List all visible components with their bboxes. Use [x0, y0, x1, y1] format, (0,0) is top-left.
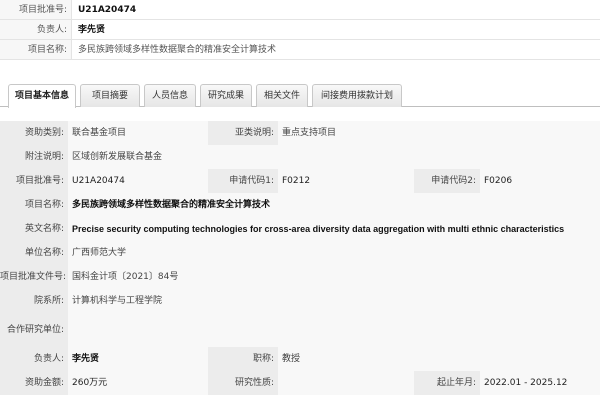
row-department: 院系所: 计算机科学与工程学院 [0, 289, 600, 313]
header-name-value: 多民族跨领域多样性数据聚合的精准安全计算技术 [78, 45, 277, 55]
department-label: 院系所: [0, 289, 68, 313]
header-row-name: 项目名称: 多民族跨领域多样性数据聚合的精准安全计算技术 [0, 40, 600, 60]
row-leader: 负责人: 李先贤 职称: 教授 [0, 347, 600, 371]
subsidy-label: 亚类说明: [208, 121, 278, 145]
code1-value: F0212 [278, 169, 414, 193]
subsidy-value: 重点支持项目 [278, 121, 600, 145]
leader-value: 李先贤 [68, 347, 208, 371]
code2-value: F0206 [480, 169, 600, 193]
basic-info-table: 资助类别: 联合基金项目 亚类说明: 重点支持项目 附注说明: 区域创新发展联合… [0, 121, 600, 395]
row-unit: 单位名称: 广西师范大学 [0, 241, 600, 265]
note-value: 区域创新发展联合基金 [68, 145, 600, 169]
unit-label: 单位名称: [0, 241, 68, 265]
row-coop-unit: 合作研究单位: [0, 313, 600, 347]
header-row-approval: 项目批准号: U21A20474 [0, 0, 600, 20]
leader-label: 负责人: [0, 347, 68, 371]
funding-type-label: 资助类别: [0, 121, 68, 145]
note-label: 附注说明: [0, 145, 68, 169]
english-name-value: Precise security computing technologies … [68, 217, 600, 241]
department-value: 计算机科学与工程学院 [68, 289, 600, 313]
coop-unit-value [68, 313, 600, 347]
approval-no-label: 项目批准号: [0, 169, 68, 193]
english-name-label: 英文名称: [0, 217, 68, 241]
header-name-label: 项目名称: [0, 40, 72, 59]
unit-value: 广西师范大学 [68, 241, 600, 265]
amount-label: 资助金额: [0, 371, 68, 395]
header-approval-value: U21A20474 [78, 5, 137, 15]
header-leader-label: 负责人: [0, 20, 72, 39]
approval-doc-value: 国科金计项〔2021〕84号 [68, 265, 600, 289]
approval-doc-label: 项目批准文件号: [0, 265, 68, 289]
title-label: 职称: [208, 347, 278, 371]
coop-unit-label: 合作研究单位: [0, 313, 68, 347]
project-name-value: 多民族跨领域多样性数据聚合的精准安全计算技术 [68, 193, 600, 217]
project-header: 项目批准号: U21A20474 负责人: 李先贤 项目名称: 多民族跨领域多样… [0, 0, 600, 60]
title-value: 教授 [278, 347, 600, 371]
period-label: 起止年月: [414, 371, 480, 395]
research-nature-value [278, 371, 414, 395]
header-leader-value: 李先贤 [78, 25, 106, 35]
tab-results[interactable]: 研究成果 [200, 84, 252, 107]
amount-value: 260万元 [68, 371, 208, 395]
row-project-name: 项目名称: 多民族跨领域多样性数据聚合的精准安全计算技术 [0, 193, 600, 217]
period-value: 2022.01 - 2025.12 [480, 371, 600, 395]
tab-basic-info[interactable]: 项目基本信息 [8, 84, 76, 108]
row-english-name: 英文名称: Precise security computing technol… [0, 217, 600, 241]
code2-label: 申请代码2: [414, 169, 480, 193]
row-note: 附注说明: 区域创新发展联合基金 [0, 145, 600, 169]
row-amount: 资助金额: 260万元 研究性质: 起止年月: 2022.01 - 2025.1… [0, 371, 600, 395]
tab-abstract[interactable]: 项目摘要 [80, 84, 140, 107]
tab-personnel[interactable]: 人员信息 [144, 84, 196, 107]
header-approval-label: 项目批准号: [0, 0, 72, 19]
approval-no-value: U21A20474 [68, 169, 208, 193]
tab-files[interactable]: 相关文件 [256, 84, 308, 107]
funding-type-value: 联合基金项目 [68, 121, 208, 145]
header-row-leader: 负责人: 李先贤 [0, 20, 600, 40]
tab-indirect-funding[interactable]: 间接费用拨款计划 [312, 84, 402, 107]
research-nature-label: 研究性质: [208, 371, 278, 395]
project-name-label: 项目名称: [0, 193, 68, 217]
row-codes: 项目批准号: U21A20474 申请代码1: F0212 申请代码2: F02… [0, 169, 600, 193]
row-funding-type: 资助类别: 联合基金项目 亚类说明: 重点支持项目 [0, 121, 600, 145]
row-approval-doc: 项目批准文件号: 国科金计项〔2021〕84号 [0, 265, 600, 289]
code1-label: 申请代码1: [208, 169, 278, 193]
tab-bar: 项目基本信息 项目摘要 人员信息 研究成果 相关文件 间接费用拨款计划 [0, 80, 600, 108]
